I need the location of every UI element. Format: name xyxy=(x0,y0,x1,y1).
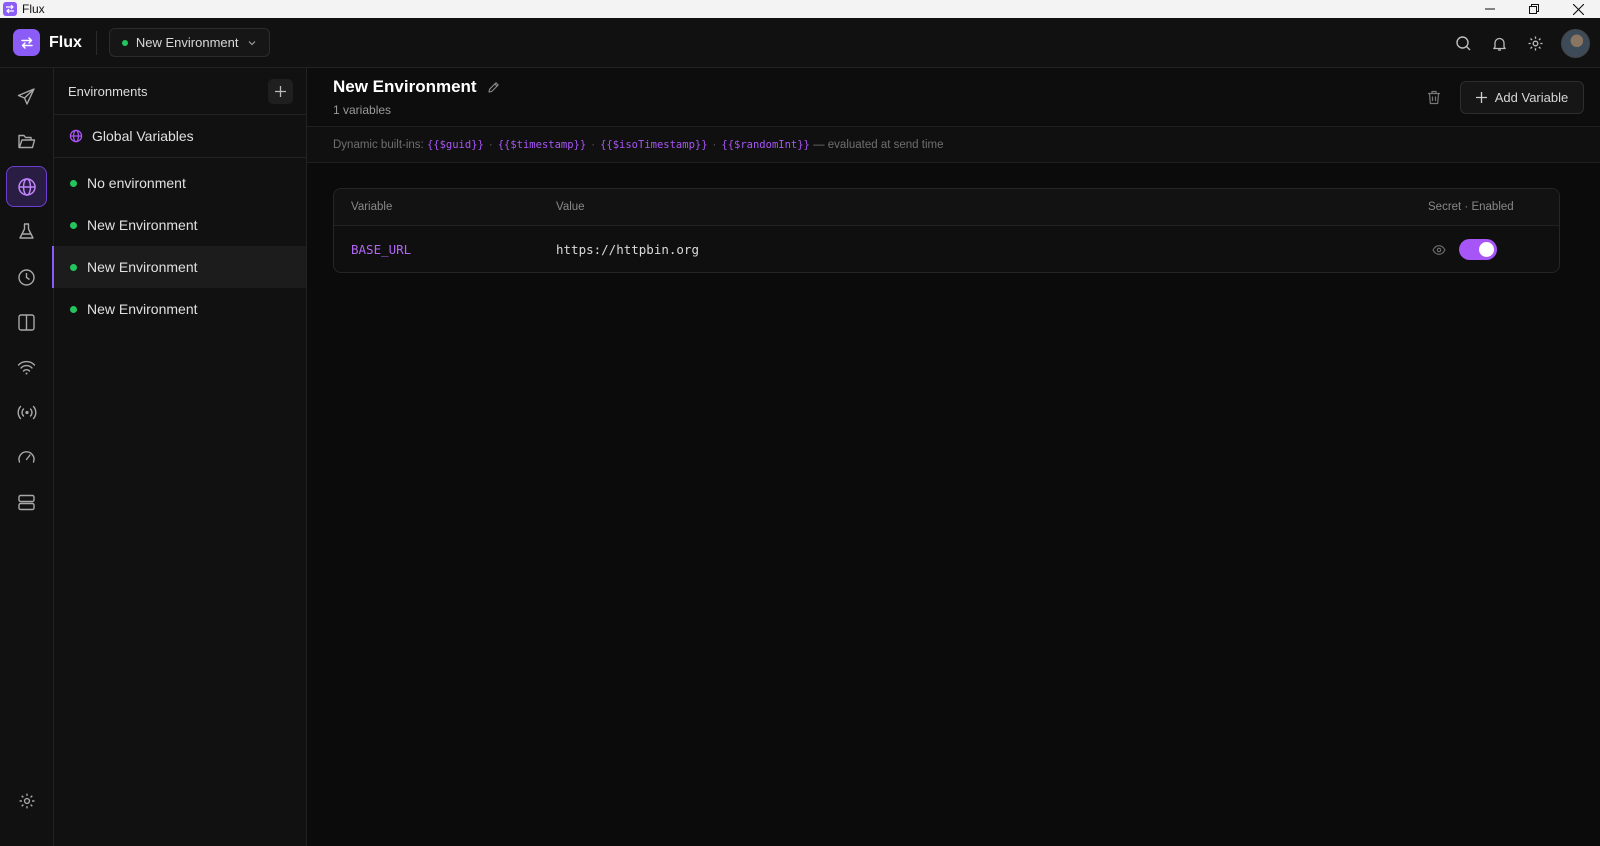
env-status-dot xyxy=(70,263,77,271)
environment-item-selected[interactable]: New Environment xyxy=(52,246,306,288)
restore-icon[interactable] xyxy=(1512,0,1556,18)
variable-value[interactable]: https://httpbin.org xyxy=(556,242,699,257)
wifi-icon[interactable] xyxy=(6,347,47,388)
environment-item[interactable]: New Environment xyxy=(52,204,306,246)
env-status-dot xyxy=(70,179,77,187)
global-variables-item[interactable]: Global Variables xyxy=(54,115,306,158)
environment-item-label: New Environment xyxy=(87,259,198,275)
environment-selector[interactable]: New Environment xyxy=(108,28,270,57)
header-divider xyxy=(95,30,97,55)
clock-icon[interactable] xyxy=(6,257,47,298)
builtin-separator: · xyxy=(488,138,493,151)
broadcast-icon[interactable] xyxy=(6,392,47,433)
eye-icon[interactable] xyxy=(1432,243,1446,257)
enabled-toggle[interactable] xyxy=(1459,239,1497,260)
toggle-knob xyxy=(1479,242,1494,257)
environment-title: New Environment xyxy=(333,77,477,96)
variable-count: 1 variables xyxy=(333,103,392,117)
main-content: New Environment 1 variables Add Variable… xyxy=(307,68,1600,846)
plus-icon xyxy=(275,85,286,97)
environment-item[interactable]: New Environment xyxy=(52,288,306,330)
trash-icon[interactable] xyxy=(1425,88,1443,106)
app-icon xyxy=(3,2,17,16)
environment-list: No environment New Environment New Envir… xyxy=(52,158,306,330)
folder-icon[interactable] xyxy=(6,121,47,162)
builtin-token: {{$guid}} xyxy=(426,138,484,151)
environment-item-label: New Environment xyxy=(87,217,198,233)
env-status-dot xyxy=(70,305,77,313)
builtin-separator: · xyxy=(712,138,717,151)
send-icon[interactable] xyxy=(6,76,47,117)
global-variables-label: Global Variables xyxy=(92,128,194,144)
builtins-prefix: Dynamic built-ins: xyxy=(333,138,424,151)
variable-name[interactable]: BASE_URL xyxy=(351,242,411,257)
window-title: Flux xyxy=(22,2,45,16)
column-header-value: Value xyxy=(556,201,585,213)
app-header: Flux New Environment xyxy=(0,18,1600,68)
column-header-variable: Variable xyxy=(351,201,393,213)
table-row[interactable]: BASE_URL https://httpbin.org xyxy=(334,226,1559,272)
environment-item-label: No environment xyxy=(87,175,186,191)
builtin-token: {{$timestamp}} xyxy=(497,138,587,151)
variables-table-header: Variable Value Secret · Enabled xyxy=(334,189,1559,226)
user-avatar[interactable] xyxy=(1561,28,1590,58)
app-name: Flux xyxy=(49,33,82,51)
environments-panel-header: Environments xyxy=(54,68,306,115)
builtins-suffix: — evaluated at send time xyxy=(813,138,944,151)
search-icon[interactable] xyxy=(1453,33,1473,53)
env-status-dot xyxy=(121,39,128,46)
chevron-down-icon xyxy=(248,40,255,45)
server-icon[interactable] xyxy=(6,482,47,523)
variables-table: Variable Value Secret · Enabled BASE_URL… xyxy=(333,188,1560,273)
environment-item-label: New Environment xyxy=(87,301,198,317)
gear-icon[interactable] xyxy=(1525,33,1545,53)
os-titlebar: Flux xyxy=(0,0,1600,18)
settings-icon[interactable] xyxy=(6,780,47,821)
dynamic-builtins-hint: Dynamic built-ins: {{$guid}} · {{$timest… xyxy=(307,127,1600,163)
builtin-separator: · xyxy=(591,138,596,151)
icon-rail xyxy=(0,68,54,846)
builtin-token: {{$randomInt}} xyxy=(721,138,810,151)
columns-icon[interactable] xyxy=(6,302,47,343)
gauge-icon[interactable] xyxy=(6,437,47,478)
globe-icon[interactable] xyxy=(6,166,47,207)
flask-icon[interactable] xyxy=(6,211,47,252)
environments-title: Environments xyxy=(68,83,148,99)
column-header-secret-enabled: Secret · Enabled xyxy=(1428,201,1514,213)
environment-header: New Environment 1 variables Add Variable xyxy=(307,68,1600,127)
environment-selector-label: New Environment xyxy=(135,35,239,50)
add-variable-label: Add Variable xyxy=(1494,90,1569,105)
bell-icon[interactable] xyxy=(1489,33,1509,53)
environments-panel: Environments Global Variables No environ… xyxy=(52,68,307,846)
add-variable-button[interactable]: Add Variable xyxy=(1460,81,1584,114)
minimize-icon[interactable] xyxy=(1468,0,1512,18)
environment-item[interactable]: No environment xyxy=(52,162,306,204)
env-status-dot xyxy=(70,221,77,229)
logo-icon xyxy=(13,29,40,56)
globe-icon xyxy=(69,129,83,143)
builtin-token: {{$isoTimestamp}} xyxy=(600,138,708,151)
add-environment-button[interactable] xyxy=(268,78,293,104)
plus-icon xyxy=(1475,92,1487,103)
close-icon[interactable] xyxy=(1556,0,1600,18)
pencil-icon[interactable] xyxy=(487,81,500,94)
